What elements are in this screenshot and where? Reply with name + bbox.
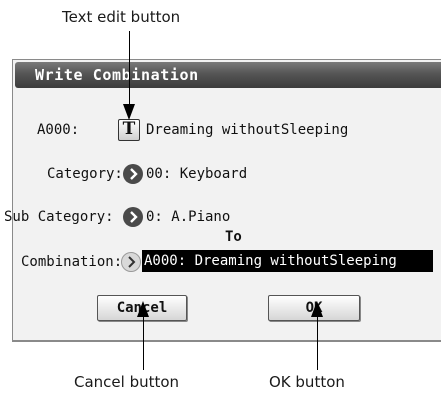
chevron-right-icon [128, 256, 136, 268]
chevron-right-icon [130, 168, 138, 180]
destination-combination-field[interactable]: A000: Dreaming withoutSleeping [142, 250, 433, 272]
to-label: To [225, 229, 242, 245]
text-edit-button[interactable]: T [118, 119, 140, 141]
ok-callout-label: OK button [269, 373, 345, 391]
dialog-title: Write Combination [35, 66, 199, 84]
ok-callout-arrowhead [311, 301, 323, 317]
dialog-titlebar: Write Combination [15, 62, 441, 88]
subcategory-label: Sub Category: [4, 209, 114, 225]
combination-name: Dreaming withoutSleeping [146, 122, 349, 138]
ok-callout-line [317, 312, 318, 370]
category-select-button[interactable] [123, 164, 143, 184]
subcategory-value: 0: A.Piano [146, 209, 231, 225]
cancel-callout-label: Cancel button [74, 373, 180, 391]
text-edit-callout-label: Text edit button [62, 8, 181, 26]
combination-label: Combination: [21, 254, 123, 270]
write-combination-dialog: Write Combination A000: T Dreaming witho… [4, 59, 441, 342]
subcategory-select-button[interactable] [123, 207, 143, 227]
chevron-right-icon [130, 211, 138, 223]
combination-select-button[interactable] [121, 252, 141, 272]
text-edit-callout-arrowhead [123, 104, 135, 120]
text-edit-callout-line [129, 31, 130, 104]
program-number-label: A000: [37, 122, 80, 138]
category-value: 00: Keyboard [146, 166, 248, 182]
cancel-callout-arrowhead [137, 301, 149, 317]
cancel-callout-line [143, 312, 144, 370]
category-label: Category: [47, 166, 123, 182]
